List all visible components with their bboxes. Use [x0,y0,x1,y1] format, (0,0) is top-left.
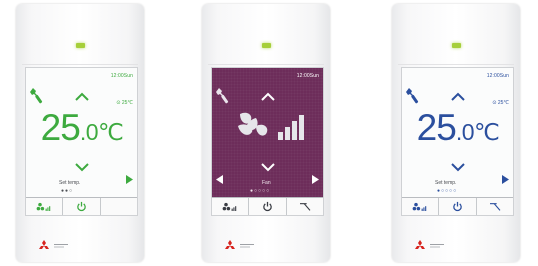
return-icon [299,202,311,212]
touch-screen-green: 12:00Sun ⊙ 25℃ 25.0℃ Set temp. ●●○ [25,67,138,216]
brand-wordmark [54,244,68,248]
temp-integer: 25 [416,107,457,148]
panel-seam [398,64,514,65]
wrench-icon[interactable] [406,87,420,105]
set-temp-label: Set temp. [435,180,457,186]
brand-logo-icon [224,240,236,251]
power-icon [452,201,463,212]
chevron-up-icon[interactable] [260,92,276,102]
chevron-down-icon[interactable] [74,162,90,172]
set-temperature-display: 25.0℃ [406,109,510,146]
power-icon [76,201,87,212]
remote-controller-3: 12:00Sun ⊙ 25℃ 25.0℃ Set temp. ●○○○○ [392,4,520,262]
power-led [76,43,85,48]
remote-controller-2: 12:00Sun Fan ●○○○○ [202,4,330,262]
tab-menu[interactable] [101,198,137,215]
arrow-left-icon[interactable] [216,175,223,184]
tab-power[interactable] [249,198,287,215]
chevron-down-icon[interactable] [450,162,466,172]
fan-label: Fan [262,180,271,186]
arrow-right-icon[interactable] [312,175,319,184]
tab-power[interactable] [63,198,101,215]
tab-menu[interactable] [287,198,323,215]
remote-controller-1: 12:00Sun ⊙ 25℃ 25.0℃ Set temp. ●●○ [16,4,144,262]
room-temp-text: ⊙ 25℃ [116,100,133,106]
tab-mode[interactable] [402,198,440,215]
set-temperature-display: 25.0℃ [30,109,134,146]
page-indicator: ●●○ [61,188,74,194]
temp-decimal-unit: .0℃ [79,119,124,145]
room-temp-text: ⊙ 25℃ [492,100,509,106]
clock-text: 12:00Sun [486,73,509,79]
bottom-tab-bar [26,197,137,215]
chevron-down-icon[interactable] [260,162,276,172]
touch-screen-purple: 12:00Sun Fan ●○○○○ [211,67,324,216]
tab-power[interactable] [439,198,477,215]
clock-text: 12:00Sun [296,73,319,79]
fan-speed-icon [412,202,428,212]
tab-mode[interactable] [26,198,64,215]
tab-mode[interactable] [212,198,250,215]
wrench-icon[interactable] [216,87,230,105]
tab-menu[interactable] [477,198,513,215]
power-led [262,43,271,48]
power-led [452,43,461,48]
fan-speed-large-icon [238,112,304,140]
brand-wordmark [240,244,254,248]
bottom-tab-bar [212,197,323,215]
arrow-right-icon[interactable] [126,175,133,184]
chevron-up-icon[interactable] [74,92,90,102]
touch-screen-blue: 12:00Sun ⊙ 25℃ 25.0℃ Set temp. ●○○○○ [401,67,514,216]
brand-wordmark [430,244,444,248]
bottom-tab-bar [402,197,513,215]
set-temp-label: Set temp. [59,180,81,186]
chevron-up-icon[interactable] [450,92,466,102]
panel-seam [208,64,324,65]
panel-seam [22,64,138,65]
brand-logo-icon [414,240,426,251]
wrench-icon[interactable] [30,87,44,105]
temp-integer: 25 [40,107,81,148]
arrow-right-icon[interactable] [502,175,509,184]
brand-logo-icon [38,240,50,251]
page-indicator: ●○○○○ [437,188,458,194]
page-indicator: ●○○○○ [250,188,271,194]
return-icon [489,202,501,212]
temp-decimal-unit: .0℃ [455,119,500,145]
fan-speed-icon [36,202,52,212]
clock-text: 12:00Sun [110,73,133,79]
fan-speed-icon [222,202,238,212]
power-icon [262,201,273,212]
